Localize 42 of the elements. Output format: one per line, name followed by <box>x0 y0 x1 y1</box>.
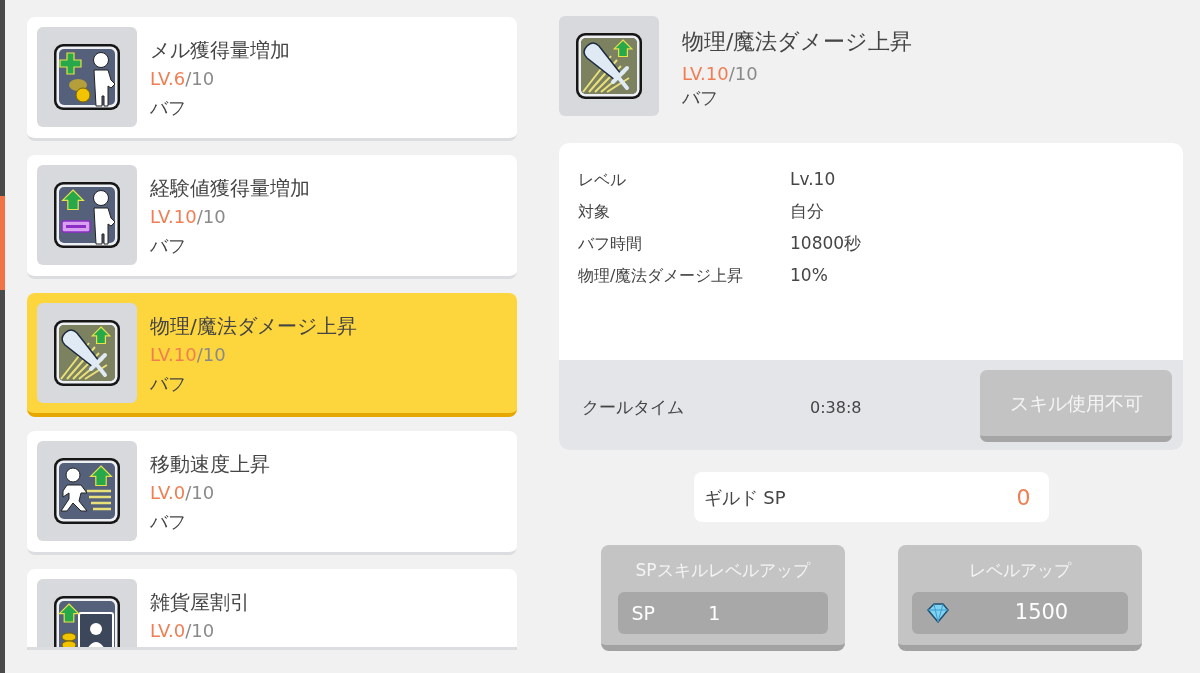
skill-list-item[interactable]: メル獲得量増加 LV.6/10 バフ <box>27 17 517 141</box>
skill-list-item[interactable]: 物理/魔法ダメージ上昇 LV.10/10 バフ <box>27 293 517 417</box>
skill-type: バフ <box>150 510 187 534</box>
scrollbar-thumb[interactable] <box>0 196 5 290</box>
cost-value: 1500 <box>1013 599 1070 627</box>
skill-name: 物理/魔法ダメージ上昇 <box>150 313 357 340</box>
skill-list-item[interactable]: 移動速度上昇 LV.0/10 バフ <box>27 431 517 555</box>
skill-type: バフ <box>150 372 187 396</box>
currency-label: SP <box>631 600 656 626</box>
cooldown-label: クールタイム <box>582 396 685 419</box>
skill-type: バフ <box>150 96 187 120</box>
plus-coin-person-icon <box>37 27 137 127</box>
skill-list-item[interactable]: 雑貨屋割引 LV.0/10 <box>27 569 517 650</box>
stat-value: 10800秒 <box>790 232 862 256</box>
stat-value: Lv.10 <box>790 168 836 192</box>
cost-value: 1 <box>707 600 722 626</box>
stat-value: 自分 <box>790 200 824 224</box>
guild-sp-value: 0 <box>1016 483 1031 512</box>
skill-title: 物理/魔法ダメージ上昇 <box>682 28 913 56</box>
stat-value: 10% <box>790 264 828 288</box>
level-text: LV.0/10 <box>150 482 215 503</box>
cooldown-value: 0:38:8 <box>810 397 862 419</box>
skill-name: 経験値獲得量増加 <box>150 175 310 202</box>
arrow-person-tag-icon <box>37 165 137 265</box>
level-text: LV.6/10 <box>150 68 215 89</box>
skill-name: 移動速度上昇 <box>150 451 270 478</box>
gem-icon <box>925 603 950 623</box>
skill-type: バフ <box>150 234 187 258</box>
stat-label: 物理/魔法ダメージ上昇 <box>578 265 745 287</box>
skill-list-item[interactable]: 経験値獲得量増加 LV.10/10 バフ <box>27 155 517 279</box>
level-text: LV.10/10 <box>150 206 226 227</box>
skill-name: 雑貨屋割引 <box>150 589 250 616</box>
level-text: LV.10/10 <box>150 344 226 365</box>
level-text: LV.10/10 <box>682 63 758 84</box>
guild-sp-label: ギルド SP <box>703 485 786 510</box>
level-text: LV.0/10 <box>150 620 215 641</box>
arrow-coin-portrait-icon <box>37 579 137 647</box>
stat-label: 対象 <box>578 201 611 223</box>
skill-type: バフ <box>682 88 719 108</box>
stat-label: バフ時間 <box>578 233 643 255</box>
skill-name: メル獲得量増加 <box>150 37 290 64</box>
stat-label: レベル <box>578 169 627 191</box>
